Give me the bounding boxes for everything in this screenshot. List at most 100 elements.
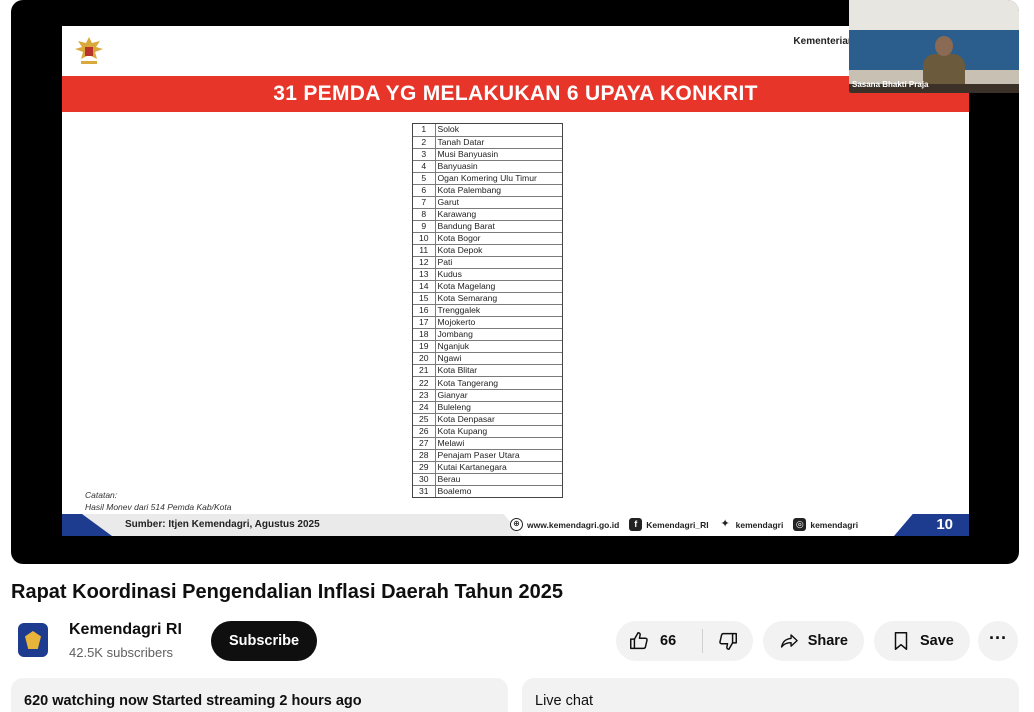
row-number: 14 — [413, 280, 436, 294]
row-number: 12 — [413, 256, 436, 270]
save-label: Save — [920, 633, 954, 649]
region-name: Kota Blitar — [435, 364, 562, 378]
table-row: 17 Mojokerto — [413, 316, 562, 330]
table-row: 26 Kota Kupang — [413, 425, 562, 438]
table-row: 9 Bandung Barat — [413, 220, 562, 233]
row-number: 27 — [413, 437, 436, 450]
channel-avatar[interactable] — [18, 623, 48, 657]
live-chat-label: Live chat — [535, 693, 594, 709]
table-row: 18 Jombang — [413, 328, 562, 342]
table-row: 29 Kutai Kartanegara — [413, 461, 562, 474]
facebook-icon: f — [629, 518, 643, 531]
row-number: 30 — [413, 473, 436, 486]
note-label: Catatan: — [85, 490, 118, 500]
region-name: Penajam Paser Utara — [435, 449, 562, 462]
share-arrow-icon — [780, 634, 798, 648]
region-name: Garut — [435, 196, 562, 209]
slide-footer: Sumber: Itjen Kemendagri, Agustus 2025 ⊕… — [62, 514, 969, 536]
table-row: 3 Musi Banyuasin — [413, 148, 562, 161]
twitter-item: ✦ kemendagri — [720, 518, 784, 530]
pip-location-label: Sasana Bhakti Praja — [852, 80, 929, 89]
region-name: Nganjuk — [435, 340, 562, 354]
row-number: 21 — [413, 364, 436, 378]
row-number: 24 — [413, 401, 436, 414]
dislike-button[interactable] — [703, 621, 753, 661]
table-row: 24 Buleleng — [413, 401, 562, 414]
row-number: 23 — [413, 389, 436, 402]
region-name: Ogan Komering Ulu Timur — [435, 172, 562, 185]
table-row: 28 Penajam Paser Utara — [413, 449, 562, 462]
save-button[interactable]: Save — [874, 621, 970, 661]
bookmark-icon — [894, 632, 908, 650]
row-number: 22 — [413, 376, 436, 390]
presentation-slide: Kementerian 31 PEMDA YG MELAKUKAN 6 UPAY… — [62, 26, 969, 536]
row-number: 7 — [413, 196, 436, 209]
instagram-icon: ◎ — [793, 518, 807, 531]
row-number: 26 — [413, 425, 436, 438]
table-row: 12 Pati — [413, 256, 562, 270]
website-item: ⊕ www.kemendagri.go.id — [510, 518, 619, 531]
subscribe-button[interactable]: Subscribe — [211, 621, 317, 661]
garuda-emblem-icon — [75, 37, 103, 64]
row-number: 4 — [413, 160, 436, 173]
table-row: 30 Berau — [413, 473, 562, 486]
region-name: Musi Banyuasin — [435, 148, 562, 161]
speaker-video-pip: Sasana Bhakti Praja — [849, 0, 1019, 93]
channel-name[interactable]: Kemendagri RI — [69, 621, 182, 639]
row-number: 8 — [413, 208, 436, 221]
globe-icon: ⊕ — [510, 518, 523, 531]
video-player[interactable]: Kementerian 31 PEMDA YG MELAKUKAN 6 UPAY… — [11, 0, 1019, 564]
table-row: 10 Kota Bogor — [413, 232, 562, 245]
row-number: 18 — [413, 328, 436, 342]
live-status-text: 620 watching now Started streaming 2 hou… — [24, 693, 362, 709]
region-name: Berau — [435, 473, 562, 486]
region-name: Jombang — [435, 328, 562, 342]
table-row: 27 Melawi — [413, 437, 562, 450]
region-name: Kota Semarang — [435, 292, 562, 306]
table-row: 19 Nganjuk — [413, 340, 562, 354]
row-number: 10 — [413, 232, 436, 245]
region-name: Gianyar — [435, 389, 562, 402]
region-name: Solok — [435, 124, 562, 137]
table-row: 23 Gianyar — [413, 389, 562, 402]
region-name: Kutai Kartanegara — [435, 461, 562, 474]
region-name: Ngawi — [435, 352, 562, 366]
table-row: 15 Kota Semarang — [413, 292, 562, 306]
table-row: 13 Kudus — [413, 268, 562, 282]
region-name: Bandung Barat — [435, 220, 562, 233]
row-number: 6 — [413, 184, 436, 197]
table-row: 4 Banyuasin — [413, 160, 562, 173]
live-status-box[interactable]: 620 watching now Started streaming 2 hou… — [11, 678, 508, 712]
like-button[interactable]: 66 — [616, 621, 702, 661]
row-number: 28 — [413, 449, 436, 462]
more-actions-button[interactable]: ··· — [978, 621, 1018, 661]
live-chat-header[interactable]: Live chat — [522, 678, 1019, 712]
table-row: 21 Kota Blitar — [413, 364, 562, 378]
region-name: Pati — [435, 256, 562, 270]
table-row: 14 Kota Magelang — [413, 280, 562, 294]
region-name: Kudus — [435, 268, 562, 282]
region-name: Boalemo — [437, 486, 472, 497]
region-name: Kota Denpasar — [435, 413, 562, 426]
note-text: Hasil Monev dari 514 Pemda Kab/Kota — [85, 502, 232, 512]
slide-note: Catatan: Hasil Monev dari 514 Pemda Kab/… — [85, 489, 231, 513]
region-name: Banyuasin — [435, 160, 562, 173]
region-name: Kota Kupang — [435, 425, 562, 438]
pip-wall — [849, 0, 1019, 30]
table-row: 20 Ngawi — [413, 352, 562, 366]
row-number: 5 — [413, 172, 436, 185]
twitter-icon: ✦ — [720, 518, 730, 530]
row-number: 13 — [413, 268, 436, 282]
thumbs-up-icon — [630, 632, 648, 650]
row-number: 15 — [413, 292, 436, 306]
table-row: 22 Kota Tangerang — [413, 376, 562, 390]
subscriber-count: 42.5K subscribers — [69, 645, 174, 660]
region-name: Kota Bogor — [435, 232, 562, 245]
table-row: 1 Solok — [413, 124, 562, 137]
video-title: Rapat Koordinasi Pengendalian Inflasi Da… — [11, 581, 563, 603]
like-dislike-group: 66 — [616, 621, 753, 661]
facebook-item: f Kemendagri_RI — [629, 518, 709, 531]
region-name: Kota Tangerang — [435, 376, 562, 390]
row-number: 25 — [413, 413, 436, 426]
share-button[interactable]: Share — [763, 621, 864, 661]
